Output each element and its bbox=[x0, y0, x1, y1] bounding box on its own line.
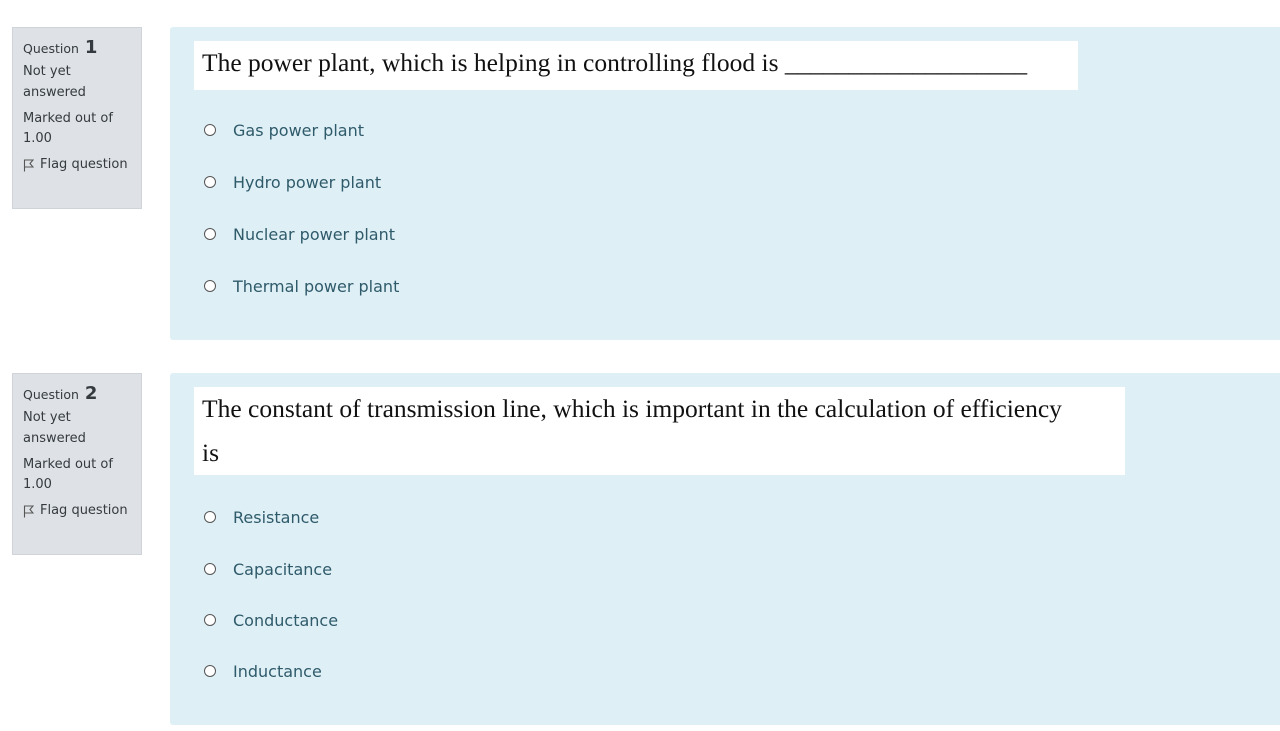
question-grade: Marked out of 1.00 bbox=[23, 111, 113, 146]
question-info: Question 1 Not yet answered Marked out o… bbox=[12, 27, 142, 209]
question-state: Not yet answered bbox=[23, 64, 86, 100]
answer-option[interactable]: Inductance bbox=[204, 660, 322, 682]
question-label: Question bbox=[23, 387, 79, 402]
question-number-value: 2 bbox=[84, 383, 98, 404]
question-text-line: is bbox=[202, 438, 220, 467]
question-content: The power plant, which is helping in con… bbox=[170, 27, 1280, 340]
question-state: Not yet answered bbox=[23, 410, 86, 446]
question-text-line: The constant of transmission line, which… bbox=[202, 394, 1062, 423]
question-number: Question 2 bbox=[23, 384, 133, 405]
answer-label: Conductance bbox=[233, 610, 339, 630]
radio-button[interactable] bbox=[204, 614, 216, 626]
question-number-value: 1 bbox=[84, 37, 98, 58]
answer-label: Gas power plant bbox=[233, 120, 364, 140]
radio-button[interactable] bbox=[204, 228, 216, 240]
answer-option[interactable]: Conductance bbox=[204, 609, 338, 631]
radio-button[interactable] bbox=[204, 176, 216, 188]
answer-option[interactable]: Thermal power plant bbox=[204, 275, 399, 297]
flag-icon bbox=[23, 158, 34, 171]
question-grade: Marked out of 1.00 bbox=[23, 457, 113, 492]
flag-icon bbox=[23, 504, 34, 517]
answer-label: Thermal power plant bbox=[233, 276, 400, 296]
question-content: The constant of transmission line, which… bbox=[170, 373, 1280, 725]
question-text: The constant of transmission line, which… bbox=[194, 387, 1125, 475]
answer-option[interactable]: Capacitance bbox=[204, 558, 332, 580]
flag-question-label: Flag question bbox=[40, 157, 128, 172]
radio-button[interactable] bbox=[204, 124, 216, 136]
answer-option[interactable]: Resistance bbox=[204, 506, 319, 528]
answer-label: Nuclear power plant bbox=[233, 224, 396, 244]
answer-option[interactable]: Hydro power plant bbox=[204, 171, 381, 193]
answer-label: Capacitance bbox=[233, 559, 333, 579]
radio-button[interactable] bbox=[204, 280, 216, 292]
answer-label: Resistance bbox=[233, 507, 320, 527]
radio-button[interactable] bbox=[204, 563, 216, 575]
flag-question-button[interactable]: Flag question bbox=[23, 501, 133, 521]
flag-question-button[interactable]: Flag question bbox=[23, 155, 133, 175]
question-info: Question 2 Not yet answered Marked out o… bbox=[12, 373, 142, 555]
answer-label: Hydro power plant bbox=[233, 172, 382, 192]
answer-option[interactable]: Nuclear power plant bbox=[204, 223, 395, 245]
question-label: Question bbox=[23, 41, 79, 56]
answer-label: Inductance bbox=[233, 661, 322, 681]
answer-option[interactable]: Gas power plant bbox=[204, 119, 364, 141]
radio-button[interactable] bbox=[204, 511, 216, 523]
radio-button[interactable] bbox=[204, 665, 216, 677]
question-number: Question 1 bbox=[23, 38, 133, 59]
question-text: The power plant, which is helping in con… bbox=[194, 41, 1078, 90]
question-text-line: The power plant, which is helping in con… bbox=[202, 48, 1028, 77]
flag-question-label: Flag question bbox=[40, 503, 128, 518]
